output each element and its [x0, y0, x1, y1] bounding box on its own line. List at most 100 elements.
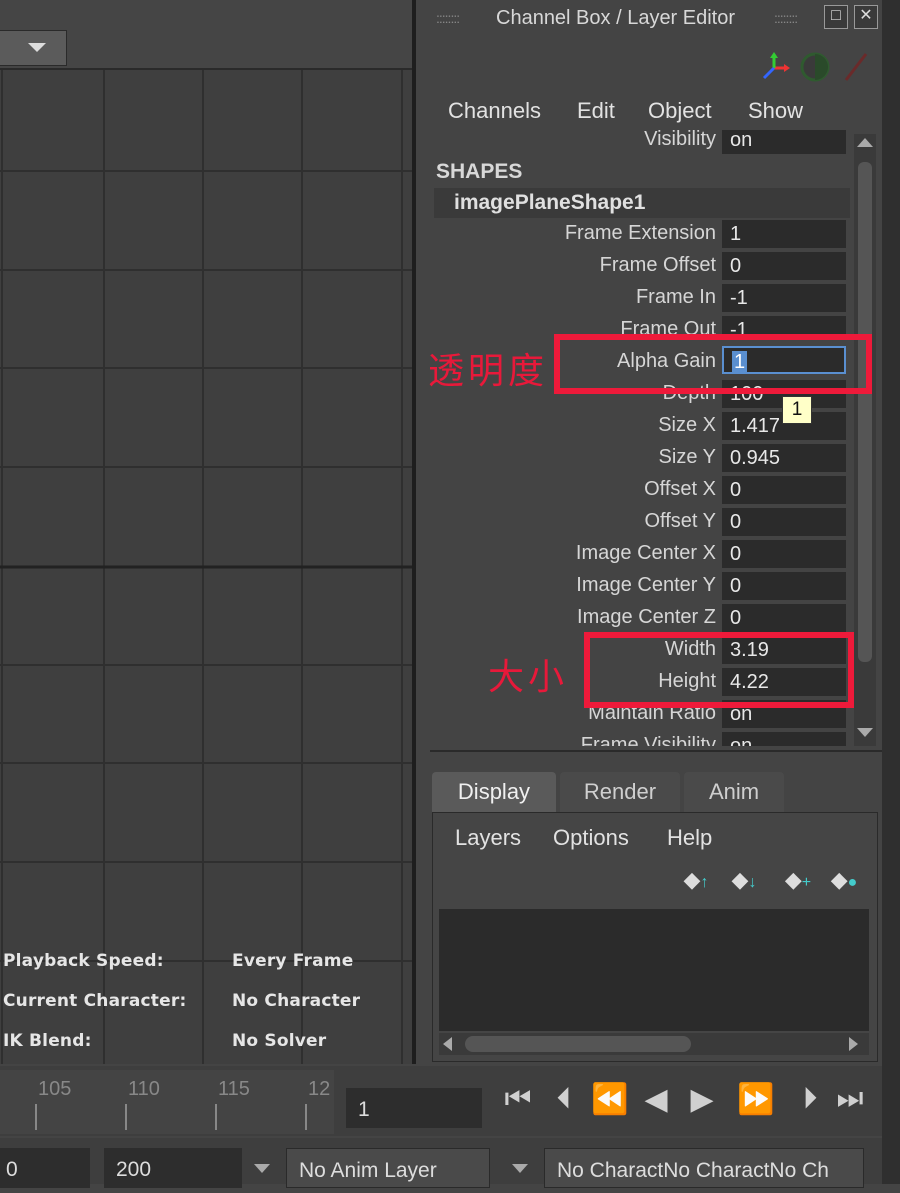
hud-label-playback-speed: Playback Speed:	[3, 951, 164, 971]
shape-node-header[interactable]: imagePlaneShape1	[434, 188, 850, 218]
attr-label: Image Center Z	[577, 606, 716, 628]
hscrollbar-thumb[interactable]	[465, 1036, 691, 1052]
scroll-right-icon[interactable]	[849, 1037, 858, 1051]
attr-label-visibility: Visibility	[644, 130, 716, 150]
menu-options[interactable]: Options	[553, 825, 629, 851]
step-forward-key-icon[interactable]: ⏩	[736, 1082, 776, 1117]
section-header-shapes: SHAPES	[436, 160, 523, 183]
viewport-grid	[0, 70, 414, 1064]
viewport-dropdown[interactable]	[0, 30, 67, 66]
range-slider-bar: 0 200 No Anim Layer No CharactNo Charact…	[0, 1138, 882, 1188]
time-slider-ticks	[35, 1104, 307, 1130]
go-to-end-icon[interactable]: ⏭	[830, 1082, 870, 1116]
attribute-scrollbar[interactable]	[854, 134, 876, 746]
attr-label: Offset Y	[644, 510, 716, 532]
menu-channels[interactable]: Channels	[448, 98, 541, 124]
tab-anim[interactable]: Anim	[684, 772, 784, 812]
go-to-start-icon[interactable]: ⏮	[498, 1082, 538, 1116]
attr-label: Image Center Y	[576, 574, 716, 596]
scroll-down-icon[interactable]	[857, 728, 873, 737]
tick-label: 115	[218, 1078, 250, 1100]
attr-field[interactable]: 0.945	[722, 444, 846, 472]
scroll-left-icon[interactable]	[443, 1037, 452, 1051]
attr-label: Offset X	[644, 478, 716, 500]
menu-edit[interactable]: Edit	[577, 98, 615, 124]
attr-label: Frame Extension	[564, 222, 716, 244]
scrollbar-thumb[interactable]	[858, 162, 872, 662]
attr-field-visibility[interactable]: on	[722, 130, 846, 154]
chevron-down-icon	[28, 43, 46, 52]
annotation-alpha: 透明度	[428, 351, 549, 392]
channel-box-toolbar-icons	[762, 52, 868, 82]
channel-box-panel: :::::::: Channel Box / Layer Editor ::::…	[418, 0, 882, 1064]
new-empty-layer-icon[interactable]: ◆+	[783, 867, 813, 893]
attr-label: Image Center X	[575, 542, 716, 564]
tick-label: 12	[308, 1078, 331, 1100]
attr-label: Frame In	[635, 286, 716, 308]
layer-hscrollbar[interactable]	[439, 1033, 869, 1055]
chevron-down-icon[interactable]	[512, 1164, 528, 1173]
attr-label: Size X	[658, 414, 716, 436]
grip-handle-icon[interactable]: ::::::::	[774, 10, 798, 26]
section-divider	[430, 750, 882, 752]
attr-label: Size Y	[658, 446, 716, 468]
menu-show[interactable]: Show	[748, 98, 803, 124]
character-set-dropdown[interactable]: No CharactNo CharactNo Ch	[544, 1148, 864, 1188]
panel-title: Channel Box / Layer Editor	[496, 7, 736, 29]
step-back-frame-icon[interactable]: ⏴	[544, 1082, 584, 1116]
move-layer-down-icon[interactable]: ◆↓	[729, 867, 759, 893]
grip-handle-icon[interactable]: ::::::::	[436, 10, 460, 26]
attr-field[interactable]: 0	[722, 540, 846, 568]
attr-label: Frame Offset	[599, 254, 716, 276]
attr-field[interactable]: 0	[722, 572, 846, 600]
chevron-down-icon[interactable]	[254, 1164, 270, 1173]
hud-label-current-character: Current Character:	[3, 991, 187, 1011]
hud-value-current-character: No Character	[232, 991, 361, 1011]
menu-object[interactable]: Object	[648, 98, 712, 124]
viewport-toolbar	[0, 0, 414, 70]
annotation-size: 大小	[488, 657, 569, 698]
play-forwards-icon[interactable]: ▶	[682, 1082, 722, 1117]
tick-label: 110	[128, 1078, 160, 1100]
attr-field[interactable]: -1	[722, 284, 846, 312]
tick-label: 105	[38, 1078, 72, 1100]
highlight-box-size	[584, 632, 854, 708]
tab-display[interactable]: Display	[432, 772, 556, 812]
hud-value-playback-speed: Every Frame	[232, 951, 354, 971]
step-back-key-icon[interactable]: ⏪	[590, 1082, 630, 1117]
restore-button[interactable]: □	[824, 5, 848, 29]
time-slider[interactable]: 105 110 115 12	[0, 1070, 334, 1134]
layer-editor-panel: Layers Options Help ◆↑ ◆↓ ◆+ ◆●	[432, 812, 878, 1062]
new-layer-from-selected-icon[interactable]: ◆●	[829, 867, 859, 893]
attr-field[interactable]: on	[722, 732, 846, 746]
step-forward-frame-icon[interactable]: ⏵	[790, 1082, 830, 1116]
scroll-up-icon[interactable]	[857, 138, 873, 147]
move-layer-up-icon[interactable]: ◆↑	[681, 867, 711, 893]
highlight-box-alpha-gain	[554, 334, 872, 394]
attr-field[interactable]: 1	[722, 220, 846, 248]
close-button[interactable]: ✕	[854, 5, 878, 29]
speed-toggle-icon[interactable]	[800, 52, 830, 82]
range-start-field[interactable]: 0	[0, 1148, 90, 1188]
attr-field[interactable]: 0	[722, 508, 846, 536]
window-edge	[882, 0, 900, 1184]
tab-render[interactable]: Render	[560, 772, 680, 812]
hyperbolic-icon[interactable]	[844, 53, 868, 81]
current-frame-field[interactable]: 1	[346, 1088, 482, 1128]
panel-divider[interactable]	[412, 0, 416, 1064]
anim-layer-dropdown[interactable]: No Anim Layer	[286, 1148, 490, 1188]
menu-help[interactable]: Help	[667, 825, 712, 851]
attr-field[interactable]: 0	[722, 476, 846, 504]
hud-value-ik-blend: No Solver	[232, 1031, 327, 1051]
attr-field[interactable]: 0	[722, 252, 846, 280]
viewport-panel[interactable]: Playback Speed: Every Frame Current Char…	[0, 0, 414, 1064]
layer-list[interactable]	[439, 909, 869, 1031]
time-slider-bar: 105 110 115 12 1 ⏮ ⏴ ⏪ ◀ ▶ ⏩ ⏵ ⏭	[0, 1066, 882, 1136]
menu-layers[interactable]: Layers	[455, 825, 521, 851]
attr-field[interactable]: 0	[722, 604, 846, 632]
shape-node-name: imagePlaneShape1	[454, 191, 646, 214]
manipulator-axis-icon[interactable]	[762, 52, 790, 80]
play-backwards-icon[interactable]: ◀	[636, 1082, 676, 1117]
range-end-field[interactable]: 200	[104, 1148, 242, 1188]
tooltip: 1	[782, 396, 812, 424]
